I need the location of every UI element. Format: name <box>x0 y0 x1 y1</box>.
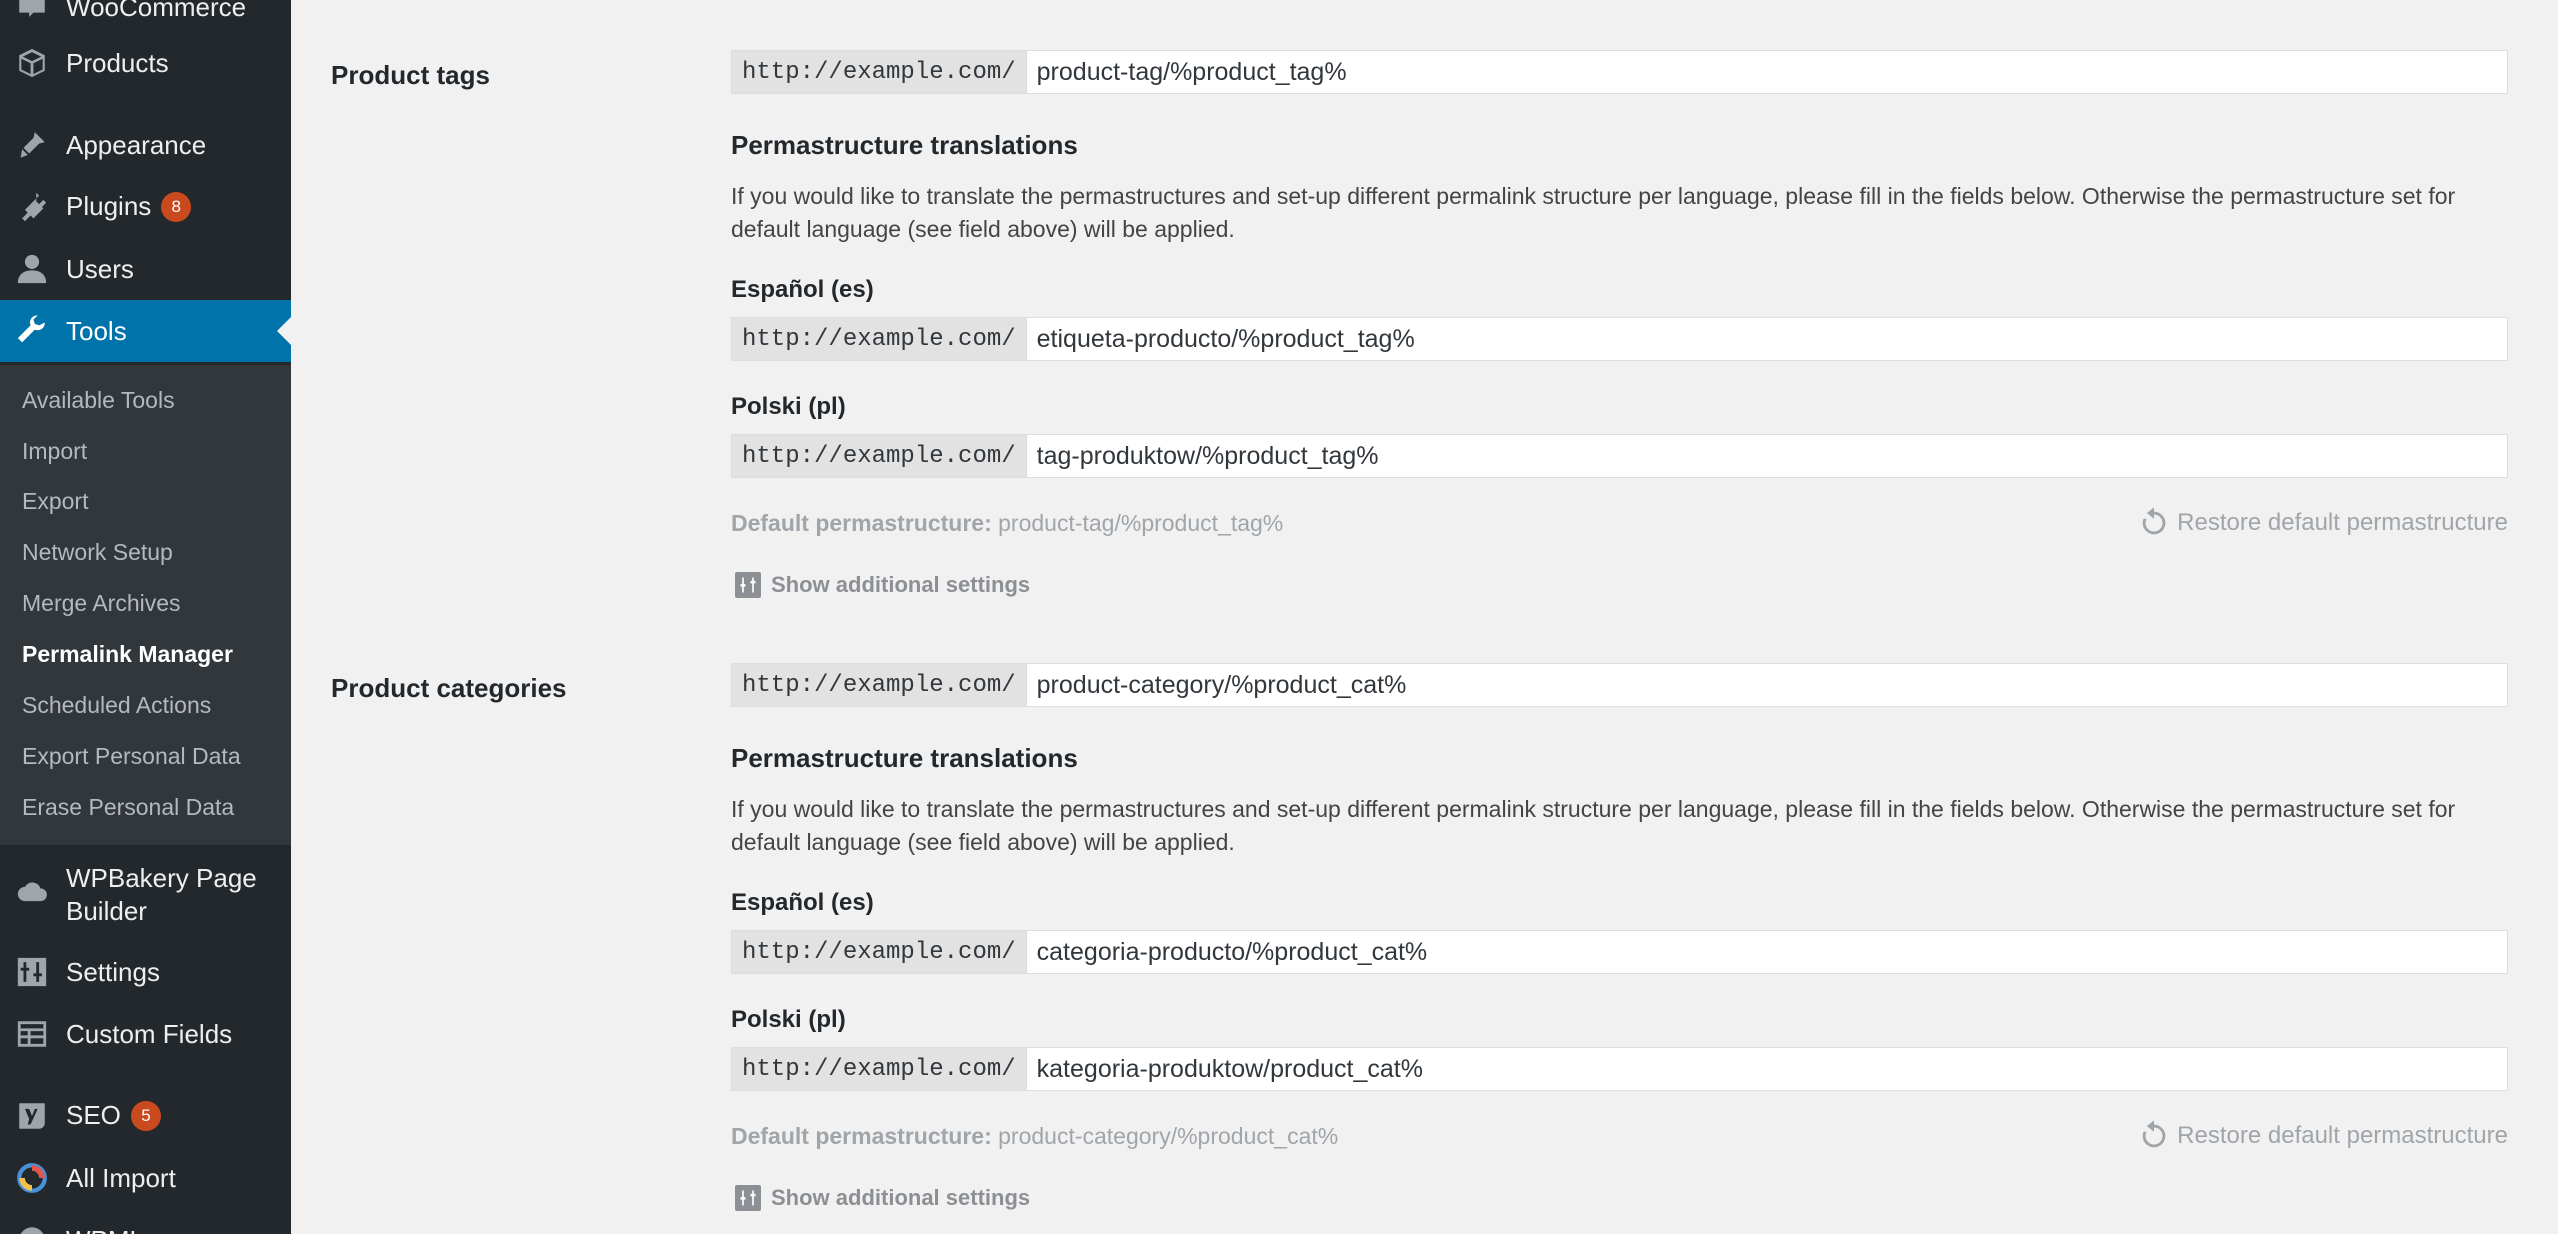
menu-label: Builder <box>66 896 147 926</box>
menu-plugins[interactable]: Plugins 8 <box>0 176 291 238</box>
seo-notification-badge: 5 <box>130 1100 161 1131</box>
url-prefix: http://example.com/ <box>731 1047 1026 1091</box>
main-content: Product tags http://example.com/ Permast… <box>291 0 2558 1234</box>
menu-all-import[interactable]: All Import <box>0 1147 291 1209</box>
admin-sidebar: WooCommerce Products Appearance Plugins 8… <box>0 0 291 1234</box>
menu-label: Appearance <box>66 130 207 160</box>
show-settings-label: Show additional settings <box>771 572 1031 597</box>
tools-submenu: Available Tools Import Export Network Se… <box>0 365 291 845</box>
submenu-scheduled-actions[interactable]: Scheduled Actions <box>22 690 211 720</box>
product-tags-permastructure-input[interactable] <box>1025 50 2508 94</box>
menu-label: Users <box>66 254 134 284</box>
submenu-export[interactable]: Export <box>22 486 88 516</box>
submenu-network-setup[interactable]: Network Setup <box>22 537 173 567</box>
menu-label: All Import <box>66 1163 176 1193</box>
product-categories-pl-input[interactable] <box>1025 1047 2508 1091</box>
url-prefix: http://example.com/ <box>731 663 1026 707</box>
product-tags-pl-input[interactable] <box>1025 434 2508 478</box>
product-tags-es-row: http://example.com/ <box>731 317 2508 361</box>
restore-label: Restore default permastructure <box>2177 1122 2508 1149</box>
product-categories-default-permastructure: Default permastructure: product-category… <box>731 1123 1338 1150</box>
menu-custom-fields[interactable]: Custom Fields <box>0 1003 291 1065</box>
appearance-icon <box>14 127 50 163</box>
menu-appearance[interactable]: Appearance <box>0 114 291 176</box>
product-tags-permastructure-row: http://example.com/ <box>731 50 2508 94</box>
lang-label-pl: Polski (pl) <box>731 393 846 420</box>
restore-icon <box>2142 507 2166 535</box>
settings-sliders-icon <box>735 1185 761 1211</box>
wpml-icon <box>14 1222 50 1234</box>
menu-settings[interactable]: Settings <box>0 941 291 1003</box>
tools-icon <box>14 313 50 349</box>
menu-label: Plugins <box>66 191 152 222</box>
restore-icon <box>2142 1120 2166 1148</box>
product-tags-default-permastructure: Default permastructure: product-tag/%pro… <box>731 510 1283 537</box>
show-settings-label: Show additional settings <box>771 1185 1031 1210</box>
submenu-permalink-manager[interactable]: Permalink Manager <box>22 639 233 669</box>
product-categories-es-row: http://example.com/ <box>731 930 2508 974</box>
menu-label: Custom Fields <box>66 1019 233 1049</box>
settings-sliders-icon <box>735 572 761 598</box>
menu-label: Settings <box>66 957 160 987</box>
menu-label: WPBakery Page <box>66 863 257 893</box>
menu-tools[interactable]: Tools <box>0 300 291 362</box>
product-categories-pl-row: http://example.com/ <box>731 1047 2508 1091</box>
default-label: Default permastructure: <box>731 1123 992 1149</box>
menu-products[interactable]: Products <box>0 32 291 94</box>
translations-description: If you would like to translate the perma… <box>731 796 2456 855</box>
product-categories-permastructure-input[interactable] <box>1025 663 2508 707</box>
default-value: product-tag/%product_tag% <box>998 510 1284 536</box>
product-tags-pl-row: http://example.com/ <box>731 434 2508 478</box>
product-tags-es-input[interactable] <box>1025 317 2508 361</box>
translations-heading: Permastructure translations <box>731 130 1078 160</box>
translations-description: If you would like to translate the perma… <box>731 183 2456 242</box>
wpbakery-icon <box>14 876 50 912</box>
url-prefix: http://example.com/ <box>731 930 1026 974</box>
settings-icon <box>14 954 50 990</box>
menu-label: Tools <box>66 316 127 346</box>
submenu-export-personal-data[interactable]: Export Personal Data <box>22 741 241 771</box>
product-categories-restore-button[interactable]: Restore default permastructure <box>2137 1119 2508 1153</box>
custom-fields-icon <box>14 1016 50 1052</box>
menu-label: WooCommerce <box>66 0 247 22</box>
woocommerce-icon <box>14 0 50 25</box>
menu-label: WPML <box>66 1224 144 1234</box>
url-prefix: http://example.com/ <box>731 434 1026 478</box>
product-tags-show-settings[interactable]: Show additional settings <box>735 572 1030 598</box>
menu-label: SEO <box>66 1100 121 1131</box>
plugins-icon <box>14 189 50 225</box>
url-prefix: http://example.com/ <box>731 317 1026 361</box>
url-prefix: http://example.com/ <box>731 50 1026 94</box>
product-tags-restore-button[interactable]: Restore default permastructure <box>2137 506 2508 540</box>
restore-label: Restore default permastructure <box>2177 509 2508 536</box>
seo-icon <box>14 1098 50 1134</box>
submenu-merge-archives[interactable]: Merge Archives <box>22 588 181 618</box>
submenu-available-tools[interactable]: Available Tools <box>22 385 175 415</box>
lang-label-pl: Polski (pl) <box>731 1006 846 1033</box>
products-icon <box>14 45 50 81</box>
product-tags-label: Product tags <box>331 60 490 90</box>
lang-label-es: Español (es) <box>731 276 874 303</box>
menu-wpml[interactable]: WPML <box>0 1209 291 1234</box>
menu-label: Products <box>66 48 169 78</box>
default-label: Default permastructure: <box>731 510 992 536</box>
lang-label-es: Español (es) <box>731 889 874 916</box>
submenu-import[interactable]: Import <box>22 436 87 466</box>
product-categories-show-settings[interactable]: Show additional settings <box>735 1185 1030 1211</box>
all-import-icon <box>14 1160 50 1196</box>
product-categories-es-input[interactable] <box>1025 930 2508 974</box>
product-categories-label: Product categories <box>331 673 567 703</box>
users-icon <box>14 251 50 287</box>
plugins-update-badge: 8 <box>161 191 192 222</box>
submenu-erase-personal-data[interactable]: Erase Personal Data <box>22 792 234 822</box>
menu-seo[interactable]: SEO 5 <box>0 1085 291 1147</box>
translations-heading: Permastructure translations <box>731 743 1078 773</box>
default-value: product-category/%product_cat% <box>998 1123 1339 1149</box>
menu-users[interactable]: Users <box>0 238 291 300</box>
product-categories-permastructure-row: http://example.com/ <box>731 663 2508 707</box>
